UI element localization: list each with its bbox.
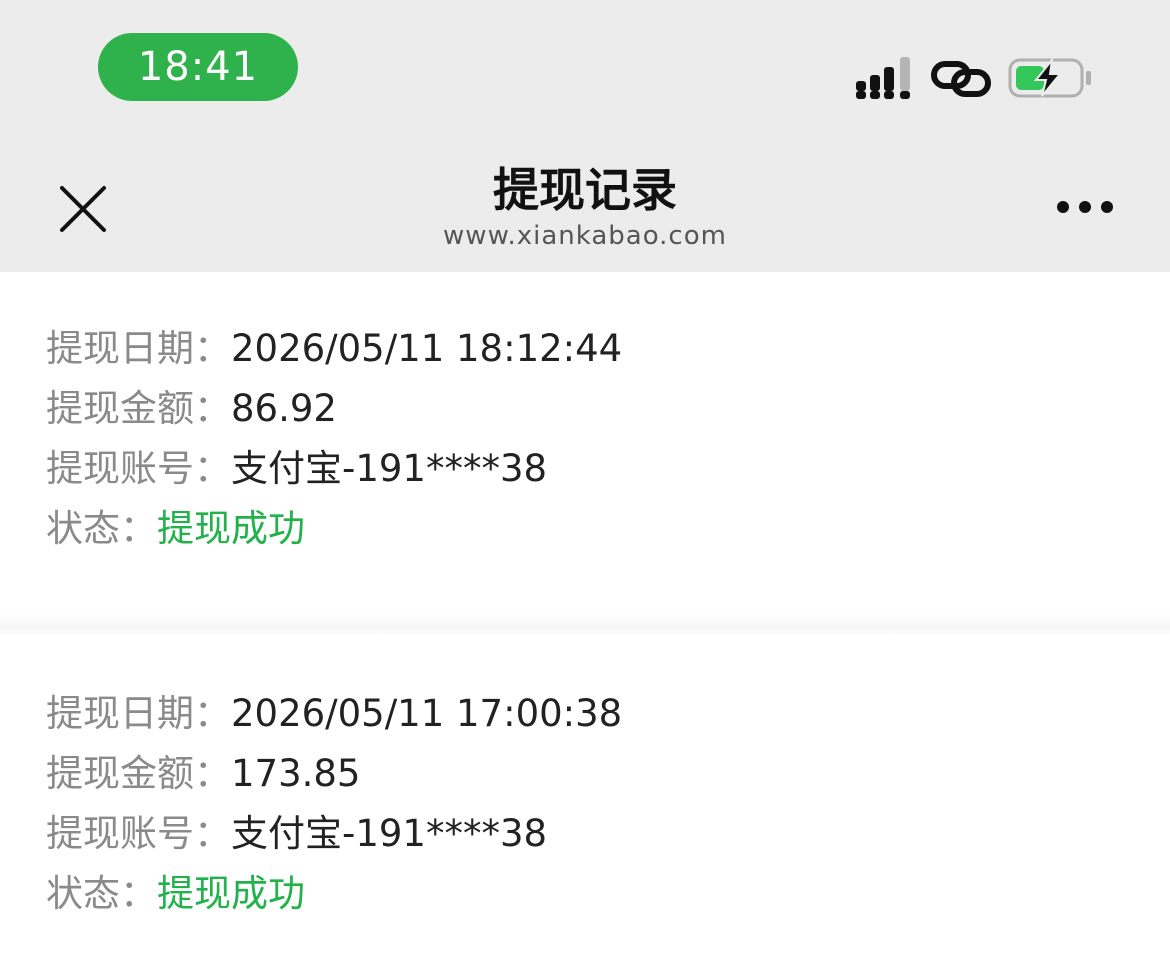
more-icon[interactable] — [1052, 192, 1118, 222]
page-subtitle-url: www.xiankabao.com — [443, 221, 727, 251]
record-status-row: 状态：提现成功 — [46, 864, 305, 924]
record-date-row: 提现日期：2026/05/11 17:00:38 — [46, 684, 622, 744]
record-amount-label: 提现金额： — [46, 752, 231, 795]
record-amount-row: 提现金额：173.85 — [46, 744, 360, 804]
record-status-label: 状态： — [46, 507, 157, 550]
record-date-value: 2026/05/11 17:00:38 — [231, 692, 623, 735]
record-status-value: 提现成功 — [157, 872, 305, 915]
page-title: 提现记录 — [493, 163, 677, 217]
record-amount-row: 提现金额：86.92 — [46, 379, 337, 439]
record-status-row: 状态：提现成功 — [46, 499, 305, 559]
nav-bar: 提现记录 www.xiankabao.com — [0, 140, 1170, 272]
record-amount-value: 86.92 — [231, 387, 337, 430]
signal-icon — [856, 57, 910, 99]
record-status-label: 状态： — [46, 872, 157, 915]
record-amount-label: 提现金额： — [46, 387, 231, 430]
content-area: 提现日期：2026/05/11 18:12:44 提现金额：86.92 提现账号… — [0, 272, 1170, 964]
withdraw-record-card: 提现日期：2026/05/11 17:00:38 提现金额：173.85 提现账… — [0, 634, 1170, 964]
record-date-label: 提现日期： — [46, 327, 231, 370]
record-date-label: 提现日期： — [46, 692, 231, 735]
record-account-value: 支付宝-191****38 — [231, 447, 548, 490]
record-date-value: 2026/05/11 18:12:44 — [231, 327, 623, 370]
status-bar: 18:41 — [0, 0, 1170, 140]
record-account-row: 提现账号：支付宝-191****38 — [46, 439, 547, 499]
screen: 18:41 提现记录 www.xiankabao.com 提现日期：2026/0… — [0, 0, 1170, 964]
record-amount-value: 173.85 — [231, 752, 361, 795]
battery-charging-icon — [1008, 58, 1091, 98]
record-status-value: 提现成功 — [157, 507, 305, 550]
record-account-label: 提现账号： — [46, 447, 231, 490]
link-icon — [931, 61, 991, 97]
record-account-label: 提现账号： — [46, 812, 231, 855]
record-list: 提现日期：2026/05/11 18:12:44 提现金额：86.92 提现账号… — [0, 272, 1170, 964]
record-account-row: 提现账号：支付宝-191****38 — [46, 804, 547, 864]
record-account-value: 支付宝-191****38 — [231, 812, 548, 855]
withdraw-record-card: 提现日期：2026/05/11 18:12:44 提现金额：86.92 提现账号… — [0, 272, 1170, 628]
record-date-row: 提现日期：2026/05/11 18:12:44 — [46, 319, 622, 379]
status-time: 18:41 — [98, 33, 298, 101]
